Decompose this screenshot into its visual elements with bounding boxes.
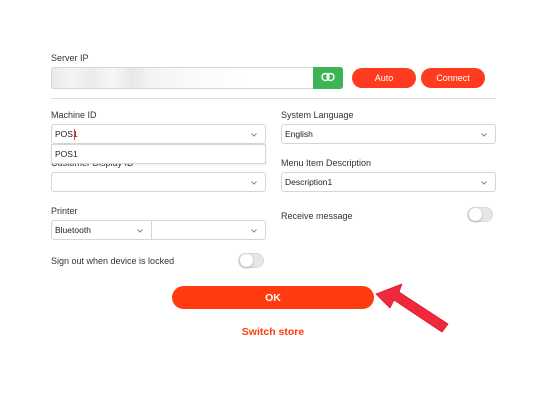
system-language-value: English: [285, 129, 313, 139]
sign-out-label: Sign out when device is locked: [51, 256, 175, 266]
machine-id-select[interactable]: POS1: [51, 124, 266, 144]
printer-device-select[interactable]: [151, 220, 266, 240]
chevron-down-icon: [480, 180, 488, 186]
chevron-down-icon: [480, 132, 488, 138]
chevron-down-icon: [250, 132, 258, 138]
menu-item-description-select[interactable]: Description1: [281, 172, 496, 192]
chevron-down-icon: [250, 228, 258, 234]
customer-display-select[interactable]: [51, 172, 266, 192]
chevron-down-icon: [136, 228, 144, 234]
dropdown-option-pos1[interactable]: POS1: [55, 149, 78, 159]
machine-id-dropdown: POS1: [51, 144, 266, 164]
printer-label: Printer: [51, 206, 78, 216]
text-cursor: [74, 129, 75, 140]
receive-message-toggle[interactable]: [467, 207, 493, 222]
divider: [51, 98, 496, 99]
machine-id-label: Machine ID: [51, 110, 97, 120]
connect-button[interactable]: Connect: [421, 68, 485, 88]
menu-item-description-label: Menu Item Description: [281, 158, 372, 168]
sign-out-toggle[interactable]: [238, 253, 264, 268]
system-language-label: System Language: [281, 110, 354, 120]
link-icon: [321, 72, 335, 84]
menu-item-description-value: Description1: [285, 177, 333, 187]
switch-store-link[interactable]: Switch store: [200, 326, 346, 338]
auto-button[interactable]: Auto: [352, 68, 416, 88]
printer-type-value: Bluetooth: [55, 225, 91, 235]
toggle-knob: [240, 254, 253, 267]
connect-link-button[interactable]: [313, 67, 343, 89]
toggle-knob: [469, 208, 482, 221]
chevron-down-icon: [250, 180, 258, 186]
ok-button[interactable]: OK: [172, 286, 374, 309]
server-ip-label: Server IP: [51, 53, 89, 63]
server-ip-input[interactable]: [51, 67, 343, 89]
system-language-select[interactable]: English: [281, 124, 496, 144]
printer-type-select[interactable]: Bluetooth: [51, 220, 152, 240]
receive-message-label: Receive message: [281, 211, 353, 221]
arrow-pointer-icon: [372, 280, 454, 338]
